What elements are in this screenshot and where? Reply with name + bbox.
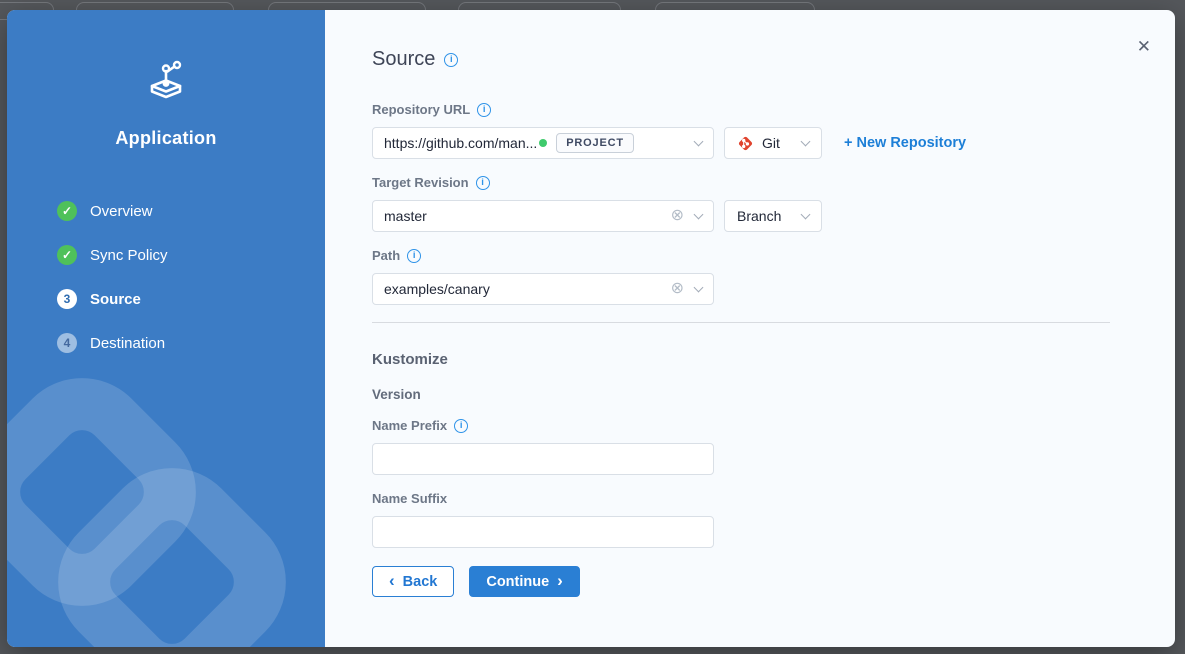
- step-source[interactable]: 3 Source: [57, 289, 325, 309]
- check-icon: ✓: [57, 201, 77, 221]
- info-icon[interactable]: i: [476, 176, 490, 190]
- kustomize-heading: Kustomize: [372, 351, 1175, 368]
- path-label: Path i: [372, 248, 1175, 263]
- application-wizard-modal: Application ✓ Overview ✓ Sync Policy 3 S…: [7, 10, 1175, 647]
- name-prefix-group: Name Prefix i: [372, 418, 1175, 475]
- step-label: Sync Policy: [90, 247, 168, 264]
- application-box-icon: [143, 60, 189, 102]
- wizard-title: Application: [7, 128, 325, 149]
- repository-url-label: Repository URL i: [372, 102, 1175, 117]
- version-label: Version: [372, 387, 1175, 402]
- repo-connected-status-icon: [539, 139, 547, 147]
- chevron-left-icon: ‹: [389, 572, 395, 589]
- repository-url-dropdown[interactable]: https://github.com/man... PROJECT: [372, 127, 714, 159]
- revision-type-value: Branch: [737, 208, 781, 224]
- project-badge: PROJECT: [556, 133, 634, 153]
- chevron-down-icon[interactable]: [694, 136, 704, 146]
- repo-type-value: Git: [762, 135, 780, 151]
- chevron-down-icon[interactable]: [694, 209, 704, 219]
- wizard-nav-buttons: ‹ Back Continue ›: [372, 566, 1175, 597]
- name-suffix-group: Name Suffix: [372, 491, 1175, 548]
- section-divider: [372, 322, 1110, 323]
- name-suffix-input[interactable]: [372, 516, 714, 548]
- step-label: Destination: [90, 335, 165, 352]
- step-label: Overview: [90, 203, 153, 220]
- source-form-panel: ✕ Source i Repository URL i https://gith…: [325, 10, 1175, 647]
- path-value: examples/canary: [384, 281, 490, 297]
- name-prefix-input[interactable]: [372, 443, 714, 475]
- name-suffix-label: Name Suffix: [372, 491, 1175, 506]
- clear-icon[interactable]: ⊗: [671, 281, 684, 297]
- info-icon[interactable]: i: [477, 103, 491, 117]
- new-repository-link[interactable]: + New Repository: [844, 135, 966, 151]
- check-icon: ✓: [57, 245, 77, 265]
- chevron-down-icon[interactable]: [694, 282, 704, 292]
- chevron-down-icon: [801, 136, 811, 146]
- path-input[interactable]: examples/canary ⊗: [372, 273, 714, 305]
- name-prefix-label: Name Prefix i: [372, 418, 1175, 433]
- close-icon[interactable]: ✕: [1137, 38, 1151, 55]
- git-icon: [737, 135, 754, 152]
- page-title: Source i: [372, 48, 1175, 71]
- step-destination[interactable]: 4 Destination: [57, 333, 325, 353]
- info-icon[interactable]: i: [407, 249, 421, 263]
- target-revision-input[interactable]: master ⊗: [372, 200, 714, 232]
- step-label: Source: [90, 291, 141, 308]
- target-revision-label: Target Revision i: [372, 175, 1175, 190]
- argo-logo-watermark: [7, 357, 297, 647]
- wizard-steps: ✓ Overview ✓ Sync Policy 3 Source 4 Dest…: [7, 201, 325, 353]
- target-revision-value: master: [384, 208, 427, 224]
- step-number-badge: 4: [57, 333, 77, 353]
- chevron-right-icon: ›: [557, 572, 563, 589]
- step-number-badge: 3: [57, 289, 77, 309]
- info-icon[interactable]: i: [454, 419, 468, 433]
- path-group: Path i examples/canary ⊗: [372, 248, 1175, 305]
- page-title-text: Source: [372, 48, 435, 71]
- revision-type-select[interactable]: Branch: [724, 200, 822, 232]
- repository-url-group: Repository URL i https://github.com/man.…: [372, 102, 1175, 159]
- repo-type-select[interactable]: Git: [724, 127, 822, 159]
- continue-button[interactable]: Continue ›: [469, 566, 580, 597]
- chevron-down-icon: [801, 209, 811, 219]
- step-sync-policy[interactable]: ✓ Sync Policy: [57, 245, 325, 265]
- repository-url-value: https://github.com/man...: [384, 135, 537, 151]
- wizard-sidebar: Application ✓ Overview ✓ Sync Policy 3 S…: [7, 10, 325, 647]
- clear-icon[interactable]: ⊗: [671, 208, 684, 224]
- step-overview[interactable]: ✓ Overview: [57, 201, 325, 221]
- target-revision-group: Target Revision i master ⊗ Branch: [372, 175, 1175, 232]
- info-icon[interactable]: i: [444, 53, 458, 67]
- back-button[interactable]: ‹ Back: [372, 566, 454, 597]
